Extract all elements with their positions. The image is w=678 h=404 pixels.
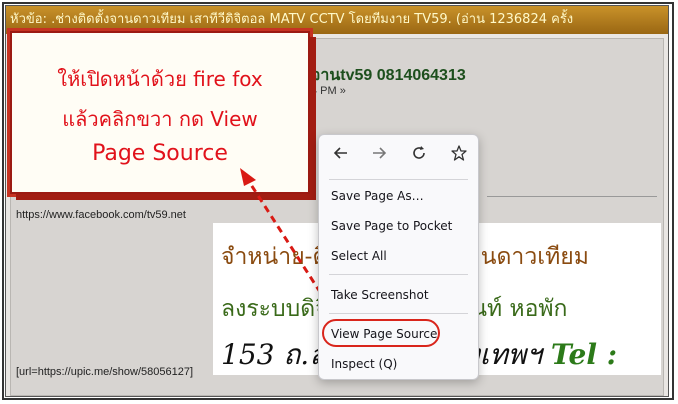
context-menu-nav <box>319 143 478 171</box>
arrow-right-icon[interactable] <box>365 143 393 171</box>
star-icon[interactable] <box>445 143 473 171</box>
menu-item-save-page-as[interactable]: Save Page As… <box>331 189 424 203</box>
reload-icon[interactable] <box>405 143 433 171</box>
menu-item-inspect[interactable]: Inspect (Q) <box>331 357 397 371</box>
arrow-left-icon[interactable] <box>327 143 355 171</box>
menu-divider <box>329 313 468 314</box>
menu-divider <box>329 179 468 180</box>
menu-item-save-to-pocket[interactable]: Save Page to Pocket <box>331 219 452 233</box>
menu-item-select-all[interactable]: Select All <box>331 249 387 263</box>
menu-item-take-screenshot[interactable]: Take Screenshot <box>331 288 429 302</box>
menu-divider <box>329 274 468 275</box>
highlight-circle <box>322 319 440 347</box>
